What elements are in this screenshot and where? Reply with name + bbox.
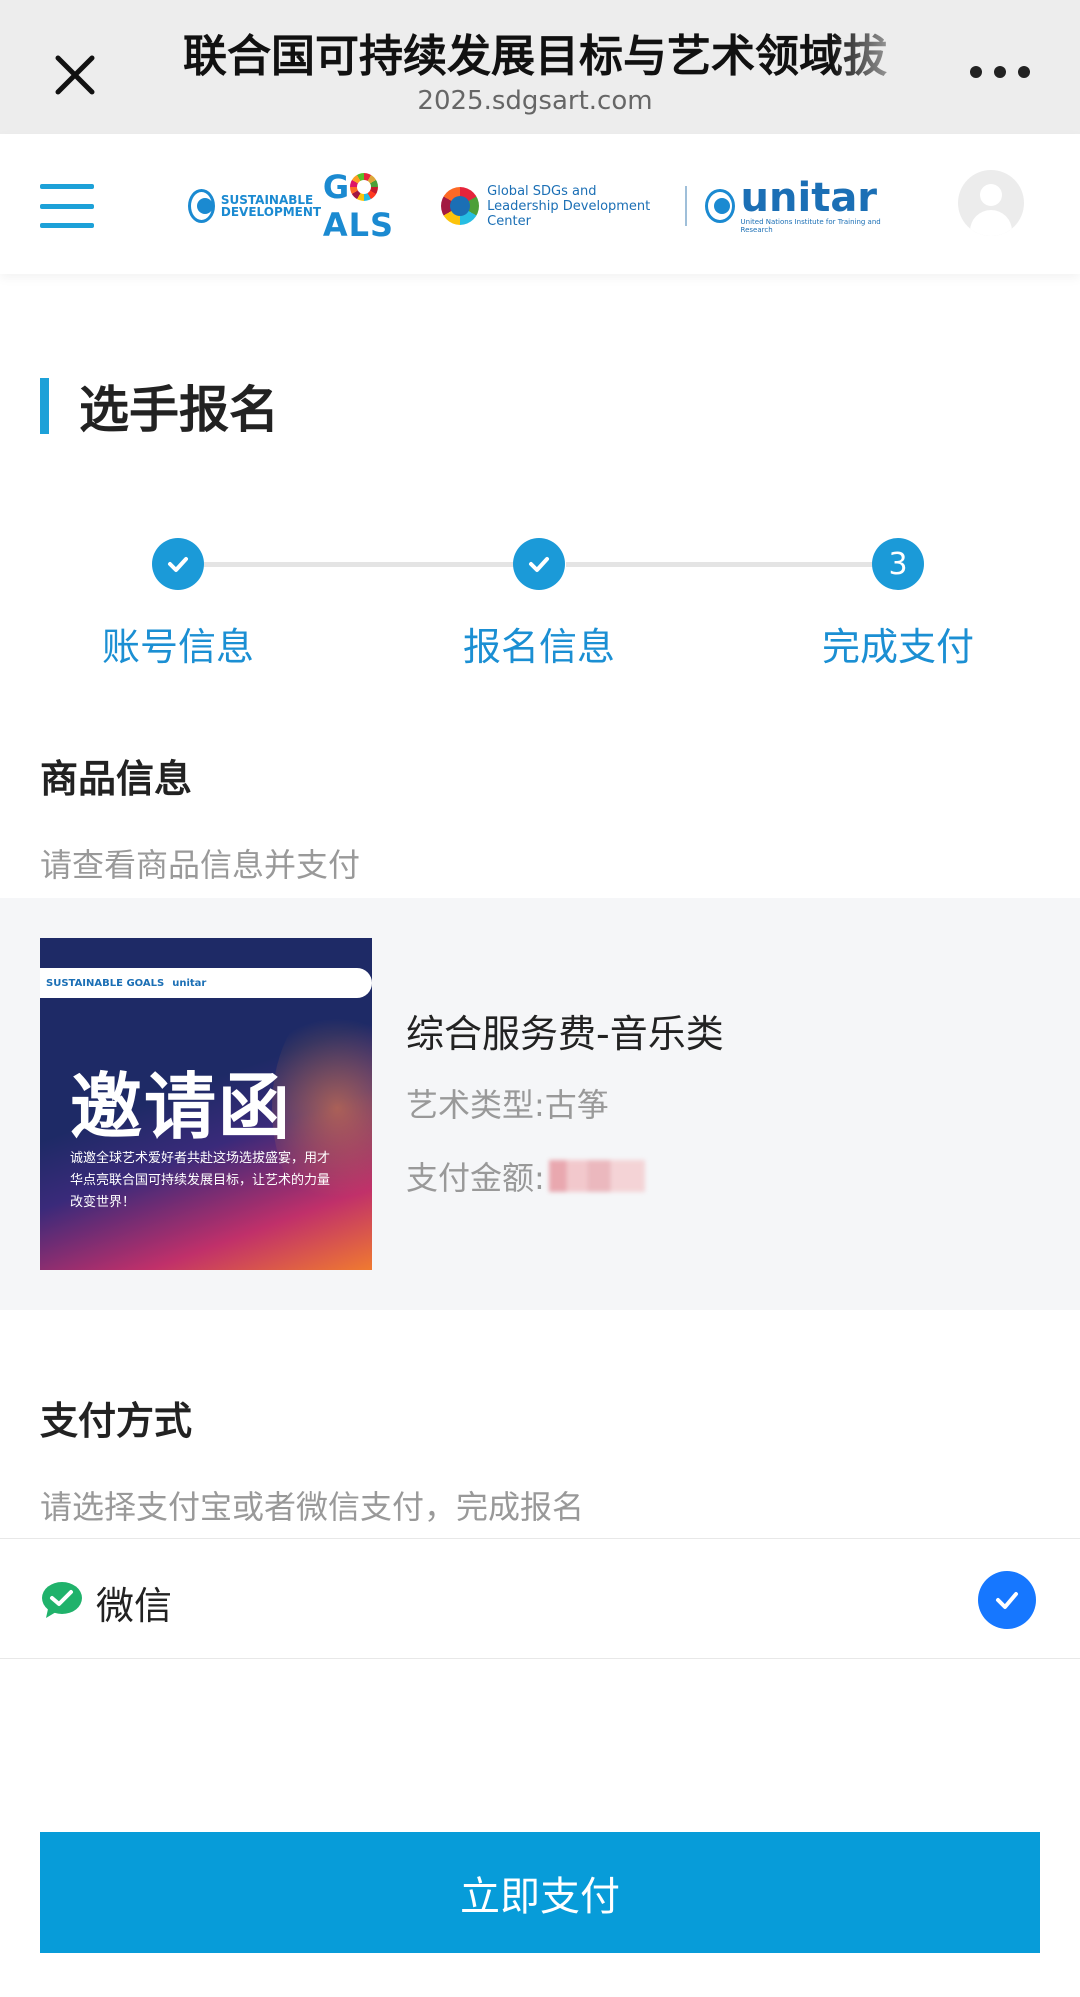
- hamburger-line: [40, 184, 94, 189]
- goals-rest: ALS: [322, 206, 395, 244]
- product-name: 综合服务费-音乐类: [406, 1012, 724, 1056]
- poster-sdg-logo: SUSTAINABLE GOALS: [46, 977, 165, 989]
- product-section-title: 商品信息: [40, 757, 193, 801]
- browser-bar: 联合国可持续发展目标与艺术领域拔 2025.sdgsart.com: [0, 0, 1080, 134]
- browser-title: 联合国可持续发展目标与艺术领域拔: [183, 31, 887, 82]
- un-emblem-icon: [704, 189, 735, 223]
- wechat-icon: [42, 1582, 82, 1618]
- sdg-wheel-icon: [350, 173, 379, 201]
- poster-headline: 邀请函: [70, 1065, 293, 1149]
- more-button[interactable]: [970, 60, 1030, 84]
- poster-logo-strip: SUSTAINABLE GOALS unitar: [40, 968, 372, 998]
- close-button[interactable]: [44, 44, 106, 106]
- logo-divider: [685, 186, 687, 226]
- payment-selected-check[interactable]: [978, 1571, 1036, 1629]
- sdg-logo-small-text: SUSTAINABLE DEVELOPMENT: [220, 193, 322, 219]
- poster-body-text: 诚邀全球艺术爱好者共赴这场选拔盛宴，用才华点亮联合国可持续发展目标，让艺术的力量…: [70, 1151, 331, 1210]
- hamburger-line: [40, 203, 94, 209]
- step-connector: [566, 562, 874, 567]
- step-2-label: 报名信息: [462, 625, 615, 669]
- poster-unitar-logo: unitar: [172, 977, 207, 989]
- leadership-center-text: Global SDGs and Leadership Development C…: [487, 183, 651, 229]
- hamburger-line: [40, 223, 94, 228]
- product-amount: 支付金额:: [406, 1153, 645, 1199]
- step-1-label: 账号信息: [101, 625, 254, 669]
- step-2-check: [513, 538, 565, 590]
- title-accent-bar: [40, 378, 49, 434]
- site-header: SUSTAINABLE DEVELOPMENT GALS Global SDGs…: [0, 134, 1080, 274]
- product-section-subtitle: 请查看商品信息并支付: [40, 846, 361, 884]
- payment-method-label: 微信: [96, 1584, 173, 1628]
- more-dot-icon: [970, 66, 982, 78]
- payment-section-title: 支付方式: [40, 1399, 193, 1443]
- goals-g: G: [322, 168, 351, 206]
- partner-logos: SUSTAINABLE DEVELOPMENT GALS Global SDGs…: [188, 168, 888, 244]
- unitar-subtitle: United Nations Institute for Training an…: [740, 218, 881, 234]
- checkmark-icon: [168, 557, 188, 572]
- product-art-type: 艺术类型:古筝: [406, 1086, 609, 1124]
- user-avatar[interactable]: [958, 170, 1024, 236]
- more-dot-icon: [1018, 66, 1030, 78]
- browser-url: 2025.sdgsart.com: [417, 86, 653, 116]
- invitation-poster-image: SUSTAINABLE GOALS unitar 邀请函 诚邀全球艺术爱好者共赴…: [40, 938, 372, 1270]
- payment-section-subtitle: 请选择支付宝或者微信支付，完成报名: [40, 1488, 585, 1526]
- leadership-center-logo: Global SDGs and Leadership Development C…: [441, 184, 667, 229]
- step-3-label: 完成支付: [821, 625, 974, 669]
- close-icon: [55, 55, 95, 95]
- amount-redacted: [548, 1160, 645, 1192]
- registration-stepper: 3 账号信息 报名信息 完成支付: [0, 536, 1080, 669]
- sdg-logo: SUSTAINABLE DEVELOPMENT GALS: [188, 168, 417, 244]
- product-amount-label: 支付金额:: [406, 1159, 545, 1197]
- unitar-wordmark: unitar: [740, 175, 878, 221]
- step-3-number: 3: [872, 538, 924, 590]
- page-title-text: 选手报名: [79, 381, 279, 439]
- menu-button[interactable]: [40, 184, 94, 228]
- pay-now-button[interactable]: 立即支付: [40, 1832, 1040, 1953]
- unitar-logo: unitar United Nations Institute for Trai…: [704, 175, 888, 234]
- step-1-check: [152, 538, 204, 590]
- step-connector: [204, 562, 514, 567]
- checkmark-icon: [996, 1592, 1018, 1609]
- sdg-ring-icon: [441, 187, 480, 225]
- page-title: 选手报名: [40, 378, 279, 439]
- more-dot-icon: [994, 66, 1006, 78]
- payment-option-wechat[interactable]: 微信: [0, 1538, 1080, 1659]
- sdg-goals-wordmark: GALS: [323, 168, 417, 244]
- browser-title-area: 联合国可持续发展目标与艺术领域拔 2025.sdgsart.com: [145, 28, 925, 118]
- checkmark-icon: [529, 557, 549, 572]
- un-emblem-icon: [188, 189, 215, 223]
